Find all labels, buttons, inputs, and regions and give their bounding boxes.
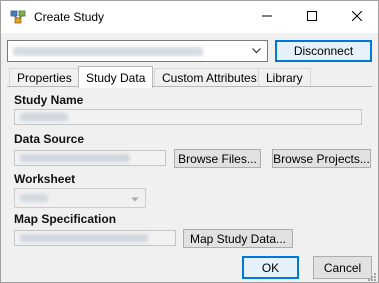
tab-study-data[interactable]: Study Data [78,66,154,88]
browse-files-button[interactable]: Browse Files... [174,149,261,168]
create-study-dialog: Create Study Disconnect Properties Study… [0,0,379,283]
map-study-data-button[interactable]: Map Study Data... [183,229,293,248]
tab-properties[interactable]: Properties [9,68,80,87]
tab-custom-attributes[interactable]: Custom Attributes [154,68,265,87]
study-name-value-redacted [20,113,68,121]
disconnect-button[interactable]: Disconnect [275,40,372,62]
close-icon [351,10,362,24]
chevron-down-icon [251,45,262,59]
title-bar[interactable]: Create Study [1,1,378,33]
tab-panel-border [7,86,372,87]
maximize-icon [306,10,317,24]
maximize-button[interactable] [289,1,334,33]
cancel-button[interactable]: Cancel [313,256,372,279]
close-button[interactable] [334,1,379,33]
minimize-button[interactable] [244,1,289,33]
tab-library[interactable]: Library [258,68,311,87]
chevron-down-icon [130,193,140,207]
connection-value-redacted [13,47,203,56]
worksheet-value-redacted [20,194,48,202]
study-name-label: Study Name [14,93,84,107]
map-specification-label: Map Specification [14,212,117,226]
ok-button[interactable]: OK [242,256,299,279]
map-specification-field[interactable] [14,230,176,246]
data-source-value-redacted [20,154,130,162]
app-icon [10,9,26,25]
study-name-field[interactable] [14,109,362,125]
browse-projects-button[interactable]: Browse Projects... [272,149,371,168]
tab-strip: Properties Study Data Custom Attributes … [7,66,372,88]
connection-select[interactable] [7,40,268,62]
data-source-field[interactable] [14,150,166,166]
data-source-label: Data Source [14,132,85,146]
size-grip-icon[interactable] [367,271,377,281]
worksheet-label: Worksheet [14,172,76,186]
window-title: Create Study [34,10,105,24]
worksheet-select[interactable] [14,188,146,208]
minimize-icon [261,10,272,24]
map-specification-value-redacted [20,234,148,242]
